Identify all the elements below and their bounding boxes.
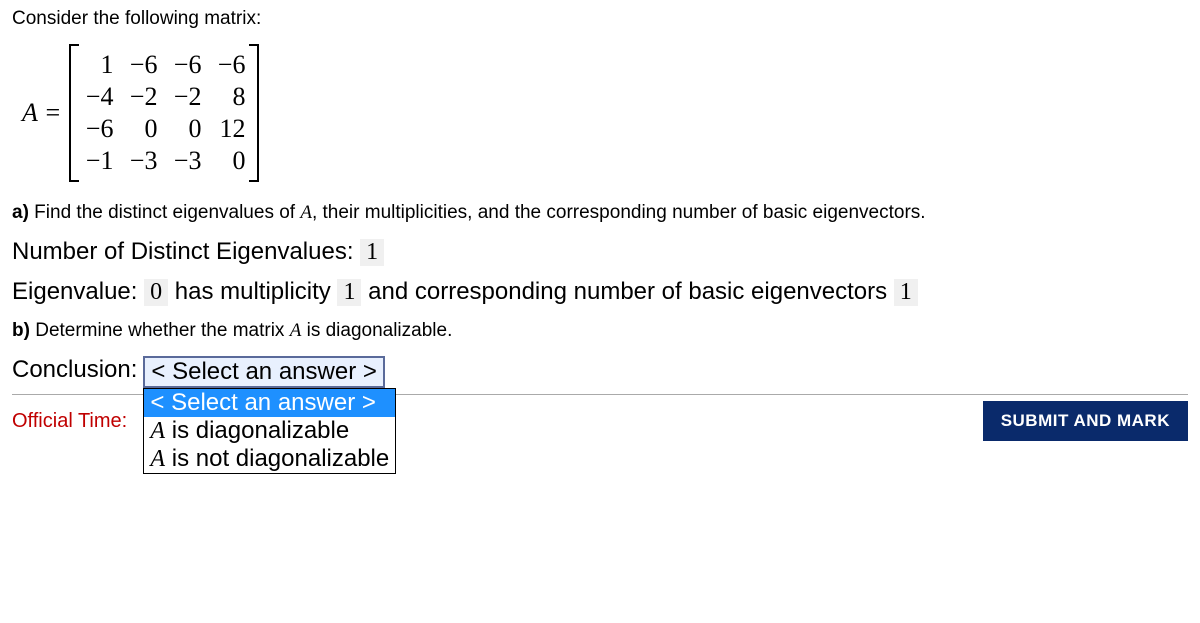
- eigenvalue-label: Eigenvalue:: [12, 278, 144, 305]
- part-b-text2: is diagonalizable.: [301, 320, 452, 341]
- matrix-cell: 0: [171, 114, 201, 144]
- basic-label: and corresponding number of basic eigenv…: [361, 278, 893, 305]
- conclusion-selected[interactable]: < Select an answer >: [143, 356, 384, 388]
- part-a-text1: Find the distinct eigenvalues of: [29, 202, 300, 223]
- basic-input[interactable]: 1: [894, 279, 918, 306]
- official-time-label: Official Time:: [12, 410, 127, 433]
- matrix-cell: −4: [83, 82, 113, 112]
- num-distinct-row: Number of Distinct Eigenvalues: 1: [12, 238, 1188, 266]
- part-a-label: a): [12, 202, 29, 223]
- matrix-body: 1 −6 −6 −6 −4 −2 −2 8 −6 0 0 12 −1 −3 −3…: [69, 44, 259, 182]
- matrix-cell: 0: [215, 146, 245, 176]
- part-a-prompt: a) Find the distinct eigenvalues of A, t…: [12, 202, 1188, 224]
- matrix-cell: 12: [215, 114, 245, 144]
- matrix-cell: −3: [127, 146, 157, 176]
- eigenvalue-row: Eigenvalue: 0 has multiplicity 1 and cor…: [12, 278, 1188, 306]
- multiplicity-label: has multiplicity: [168, 278, 337, 305]
- matrix-cell: −6: [127, 50, 157, 80]
- num-distinct-input[interactable]: 1: [360, 239, 384, 266]
- conclusion-option[interactable]: A is not diagonalizable: [144, 445, 395, 473]
- matrix-cell: −3: [171, 146, 201, 176]
- matrix-label: A =: [22, 98, 61, 128]
- matrix-cell: −2: [127, 82, 157, 112]
- matrix-cell: −6: [171, 50, 201, 80]
- matrix-grid: 1 −6 −6 −6 −4 −2 −2 8 −6 0 0 12 −1 −3 −3…: [79, 44, 249, 182]
- conclusion-row: Conclusion: < Select an answer > < Selec…: [12, 356, 1188, 388]
- conclusion-options: < Select an answer > A is diagonalizable…: [143, 388, 396, 474]
- conclusion-option[interactable]: < Select an answer >: [144, 389, 395, 417]
- matrix-cell: −1: [83, 146, 113, 176]
- matrix-cell: −6: [215, 50, 245, 80]
- part-b-var: A: [290, 320, 302, 341]
- part-b-label: b): [12, 320, 30, 341]
- part-a-text2: , their multiplicities, and the correspo…: [312, 202, 926, 223]
- intro-text: Consider the following matrix:: [12, 8, 1188, 30]
- matrix-cell: 8: [215, 82, 245, 112]
- submit-button[interactable]: SUBMIT AND MARK: [983, 401, 1188, 441]
- multiplicity-input[interactable]: 1: [337, 279, 361, 306]
- conclusion-option[interactable]: A is diagonalizable: [144, 417, 395, 445]
- matrix-definition: A = 1 −6 −6 −6 −4 −2 −2 8 −6 0 0 12 −1 −…: [22, 44, 1188, 182]
- matrix-cell: 1: [83, 50, 113, 80]
- num-distinct-label: Number of Distinct Eigenvalues:: [12, 238, 360, 265]
- eigenvalue-input[interactable]: 0: [144, 279, 168, 306]
- part-a-var: A: [300, 202, 312, 223]
- matrix-cell: −2: [171, 82, 201, 112]
- conclusion-dropdown[interactable]: < Select an answer > < Select an answer …: [143, 356, 384, 388]
- matrix-cell: −6: [83, 114, 113, 144]
- conclusion-label: Conclusion:: [12, 356, 137, 384]
- part-b-text1: Determine whether the matrix: [30, 320, 290, 341]
- bracket-left-icon: [69, 44, 79, 182]
- part-b-prompt: b) Determine whether the matrix A is dia…: [12, 320, 1188, 342]
- matrix-cell: 0: [127, 114, 157, 144]
- bracket-right-icon: [249, 44, 259, 182]
